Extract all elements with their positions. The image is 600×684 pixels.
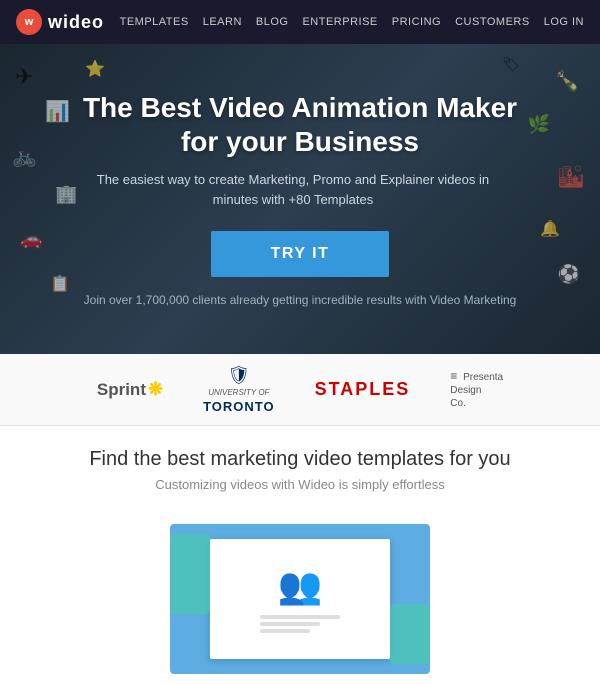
logo-text: wideo xyxy=(48,12,104,33)
hero-section: ✈ 📊 🚲 🏢 🚗 📋 🍾 🌿 🏙 🔔 ⚽ ⭐ 🏷 The Best Video… xyxy=(0,44,600,354)
nav-login[interactable]: LOG IN xyxy=(544,16,584,28)
video-inner-card: 👥 xyxy=(210,539,390,659)
video-line-2 xyxy=(260,622,320,626)
teal-accent-right xyxy=(390,604,430,664)
video-frame[interactable]: 👥 xyxy=(170,524,430,674)
hero-title: The Best Video Animation Maker for your … xyxy=(83,91,517,158)
try-it-button[interactable]: TRY IT xyxy=(211,231,390,277)
nav-blog[interactable]: BLOG xyxy=(256,16,289,28)
video-line-1 xyxy=(260,615,340,619)
video-text-lines xyxy=(260,615,340,633)
logo-letter: w xyxy=(25,16,34,28)
nav-links: TEMPLATES LEARN BLOG ENTERPRISE PRICING … xyxy=(120,16,584,28)
nav-enterprise[interactable]: ENTERPRISE xyxy=(302,16,377,28)
brands-bar: Sprint ❋ 🛡 UNIVERSITY OF TORONTO STAPLES… xyxy=(0,354,600,426)
sprint-icon: ❋ xyxy=(148,379,163,400)
video-line-3 xyxy=(260,629,310,633)
find-subtitle: Customizing videos with Wideo is simply … xyxy=(20,477,580,492)
logo[interactable]: w wideo xyxy=(16,9,104,35)
hero-content: The Best Video Animation Maker for your … xyxy=(53,91,547,307)
presenta-icon: ≡ xyxy=(450,369,457,383)
brand-sprint: Sprint ❋ xyxy=(97,379,163,400)
brand-presenta: ≡ Presenta Design Co. xyxy=(450,369,503,411)
brand-staples: STAPLES xyxy=(315,379,411,400)
video-preview-section: 👥 xyxy=(0,524,600,684)
navigation: w wideo TEMPLATES LEARN BLOG ENTERPRISE … xyxy=(0,0,600,44)
nav-templates[interactable]: TEMPLATES xyxy=(120,16,189,28)
toronto-shield-icon: 🛡 xyxy=(227,365,250,386)
find-section: Find the best marketing video templates … xyxy=(0,426,600,524)
nav-pricing[interactable]: PRICING xyxy=(392,16,441,28)
social-proof-text: Join over 1,700,000 clients already gett… xyxy=(83,293,517,307)
brand-toronto: 🛡 UNIVERSITY OF TORONTO xyxy=(203,365,275,415)
nav-customers[interactable]: CUSTOMERS xyxy=(455,16,530,28)
hero-subtitle: The easiest way to create Marketing, Pro… xyxy=(83,170,503,209)
video-person-icon: 👥 xyxy=(278,565,323,607)
logo-icon: w xyxy=(16,9,42,35)
teal-accent-left xyxy=(170,534,210,614)
nav-learn[interactable]: LEARN xyxy=(203,16,242,28)
find-title: Find the best marketing video templates … xyxy=(20,448,580,471)
